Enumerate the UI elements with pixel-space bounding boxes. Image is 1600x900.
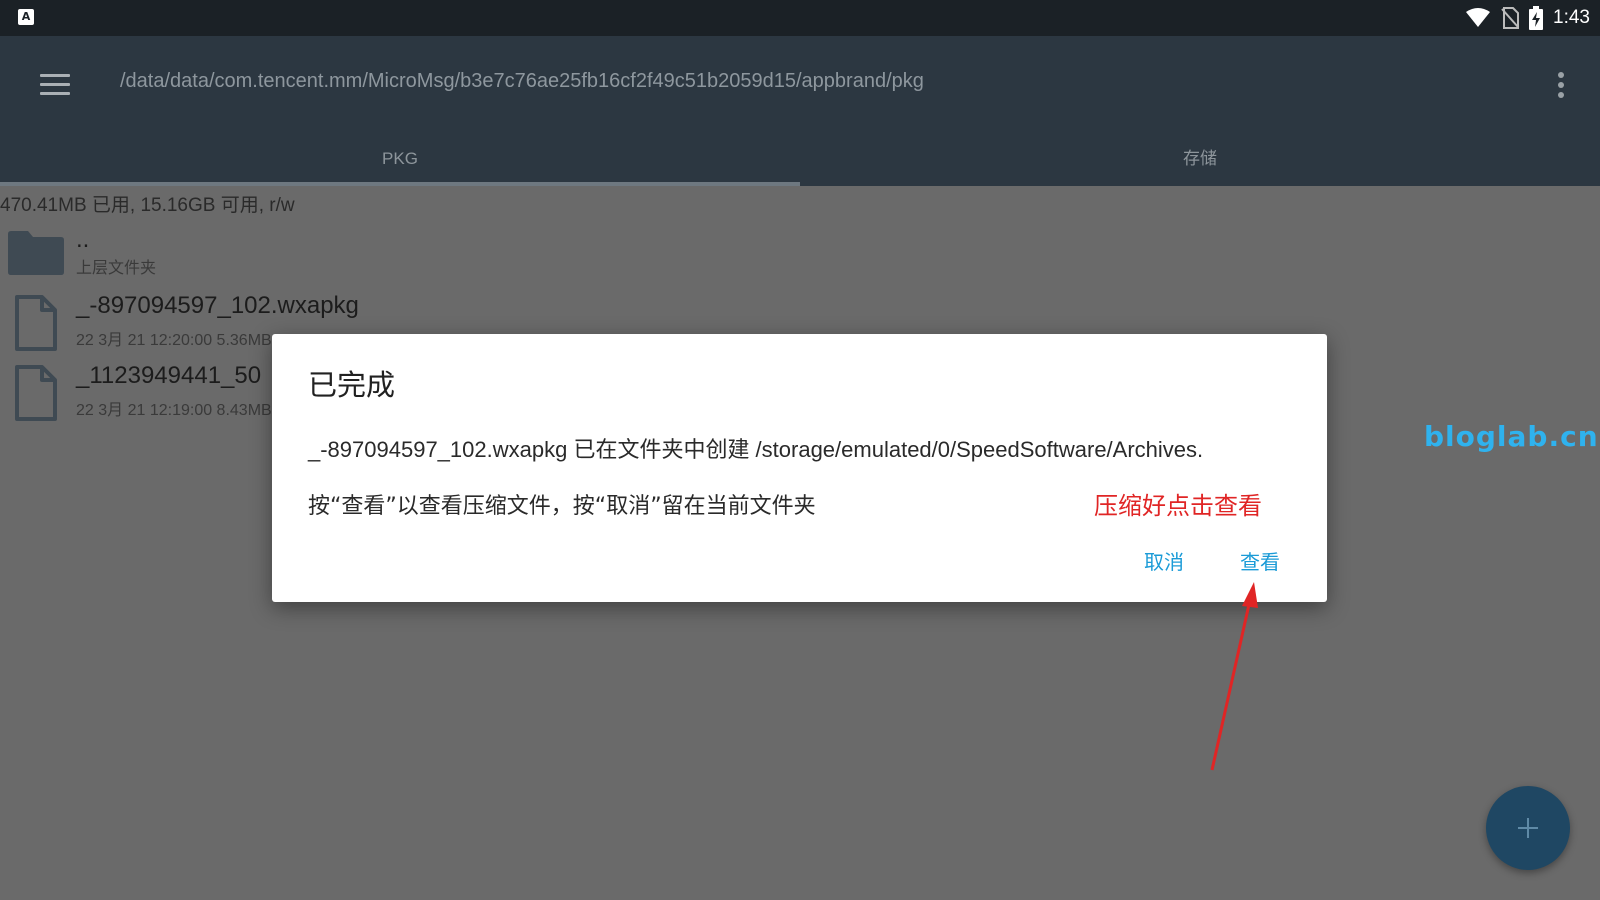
file-icon bbox=[15, 295, 57, 351]
current-path: /data/data/com.tencent.mm/MicroMsg/b3e7c… bbox=[120, 70, 924, 92]
completion-dialog: 已完成 _-897094597_102.wxapkg 已在文件夹中创建 /sto… bbox=[272, 334, 1327, 602]
clock: 1:43 bbox=[1553, 7, 1590, 28]
battery-charging-icon bbox=[1529, 6, 1544, 30]
dialog-hint: 按“查看”以查看压缩文件，按“取消”留在当前文件夹 bbox=[308, 494, 816, 519]
watermark: bloglab.cn bbox=[1424, 420, 1599, 453]
tab-pkg[interactable]: PKG bbox=[0, 136, 800, 186]
status-icons: 1:43 bbox=[1465, 0, 1590, 36]
hamburger-menu-icon[interactable] bbox=[40, 74, 70, 98]
file-subtitle: 22 3月 21 12:19:00 8.43MB bbox=[76, 402, 272, 419]
file-name: _-897094597_102.wxapkg bbox=[76, 292, 359, 319]
dialog-message: _-897094597_102.wxapkg 已在文件夹中创建 /storage… bbox=[308, 437, 1204, 462]
file-name: _1123949441_50 bbox=[76, 362, 262, 389]
file-subtitle: 上层文件夹 bbox=[76, 260, 157, 277]
wifi-icon bbox=[1466, 8, 1491, 27]
status-bar: A 1:43 bbox=[0, 0, 1600, 36]
more-vert-icon[interactable] bbox=[1558, 72, 1566, 100]
storage-info: 470.41MB 已用, 15.16GB 可用, r/w bbox=[0, 195, 295, 216]
app-notification-icon: A bbox=[18, 9, 34, 25]
file-icon bbox=[15, 365, 57, 421]
file-subtitle: 22 3月 21 12:20:00 5.36MB -rw- bbox=[76, 332, 304, 349]
tab-storage[interactable]: 存储 bbox=[800, 136, 1600, 186]
app-toolbar: /data/data/com.tencent.mm/MicroMsg/b3e7c… bbox=[0, 36, 1600, 186]
add-fab-button[interactable] bbox=[1486, 786, 1570, 870]
annotation-arrow bbox=[1210, 582, 1258, 771]
cancel-button[interactable]: 取消 bbox=[1144, 546, 1184, 575]
no-sim-icon bbox=[1501, 7, 1520, 29]
folder-icon bbox=[8, 231, 64, 275]
file-name: .. bbox=[76, 226, 90, 253]
list-item-parent-folder[interactable]: .. 上层文件夹 bbox=[0, 226, 1600, 286]
dialog-title: 已完成 bbox=[308, 368, 396, 402]
plus-icon bbox=[1518, 818, 1538, 838]
tab-indicator bbox=[0, 182, 800, 186]
tab-bar: PKG 存储 bbox=[0, 136, 1600, 186]
annotation-text: 压缩好点击查看 bbox=[1094, 492, 1262, 520]
